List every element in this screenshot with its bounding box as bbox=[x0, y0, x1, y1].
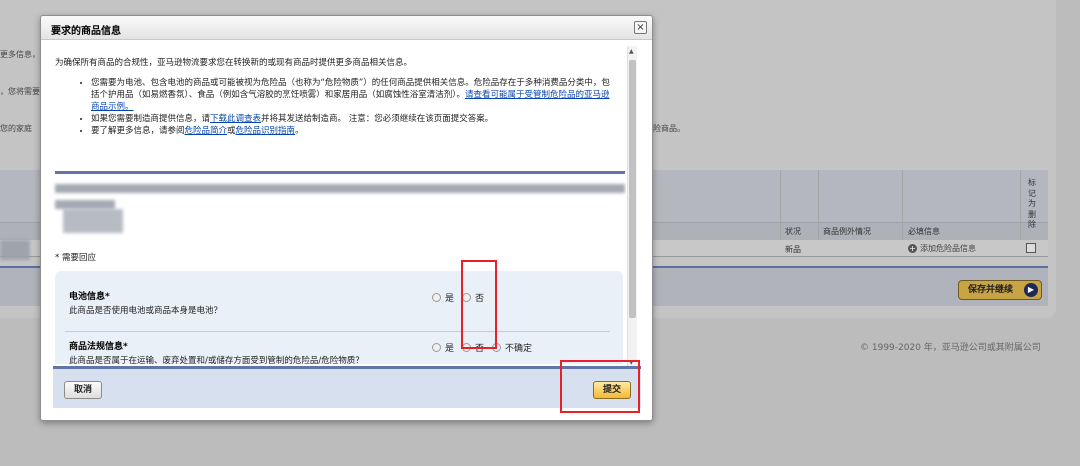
dialog-header: 要求的商品信息 × bbox=[41, 16, 652, 40]
background-text: 险商品。 bbox=[653, 124, 685, 133]
mark-delete-checkbox[interactable] bbox=[1026, 243, 1036, 253]
bullet-manufacturer: 如果您需要制造商提供信息，请下载此调查表并将其发送给制造商。 注意：您必须继续在… bbox=[91, 113, 611, 125]
dialog-footer: 取消 提交 bbox=[53, 366, 641, 408]
blurred-product-title bbox=[55, 184, 625, 193]
intro-text: 为确保所有商品的合规性，亚马逊物流要求您在转换新的或现有商品时提供更多商品相关信… bbox=[55, 58, 413, 68]
plus-circle-icon: + bbox=[908, 244, 917, 253]
highlight-submit bbox=[560, 360, 640, 413]
row-status: 新品 bbox=[785, 245, 801, 254]
question-title: 商品法规信息* bbox=[69, 342, 128, 352]
close-icon[interactable]: × bbox=[634, 21, 647, 34]
info-bullets: 您需要为电池、包含电池的商品或可能被视为危险品（也称为“危险物质”）的任何商品提… bbox=[91, 77, 611, 137]
arrow-right-icon: ▶ bbox=[1024, 283, 1038, 297]
blurred-region bbox=[0, 240, 30, 260]
scroll-up-icon[interactable]: ▲ bbox=[629, 48, 634, 55]
bullet-battery-info: 您需要为电池、包含电池的商品或可能被视为危险品（也称为“危险物质”）的任何商品提… bbox=[91, 77, 611, 113]
questions-box: 电池信息* 此商品是否使用电池或商品本身是电池？ 是否 商品法规信息* 此商品是… bbox=[55, 271, 623, 364]
dialog-scrollbar[interactable]: ▲ ▼ bbox=[627, 46, 637, 366]
regulation-yes-radio[interactable] bbox=[432, 343, 441, 352]
question-separator bbox=[65, 331, 610, 332]
copyright: © 1999-2020 年，亚马逊公司或其附属公司 bbox=[860, 343, 1041, 353]
dangerous-goods-intro-link[interactable]: 危险品简介 bbox=[185, 126, 228, 136]
column-exception: 商品例外情况 bbox=[823, 227, 871, 236]
column-mark-delete: 标记为删除 bbox=[1028, 178, 1036, 229]
question-description: 此商品是否使用电池或商品本身是电池？ bbox=[69, 306, 223, 316]
bullet-learn-more: 要了解更多信息，请参阅危险品简介或危险品识别指南。 bbox=[91, 125, 611, 137]
column-required: 必填信息 bbox=[908, 227, 940, 236]
dialog-body: 为确保所有商品的合规性，亚马逊物流要求您在转换新的或现有商品时提供更多商品相关信… bbox=[51, 46, 626, 364]
blurred-product-sub bbox=[55, 200, 115, 209]
background-text: 您的家庭 bbox=[0, 124, 32, 133]
blurred-product-image bbox=[63, 209, 123, 233]
cancel-button[interactable]: 取消 bbox=[64, 381, 102, 399]
scroll-thumb[interactable] bbox=[629, 60, 636, 318]
question-title: 电池信息* bbox=[69, 292, 110, 302]
column-status: 状况 bbox=[785, 227, 801, 236]
background-text: ，您将需要 bbox=[0, 87, 40, 96]
dangerous-goods-guide-link[interactable]: 危险品识别指南 bbox=[236, 126, 296, 136]
dialog-title: 要求的商品信息 bbox=[51, 26, 121, 37]
background-text: 更多信息， bbox=[0, 50, 40, 59]
required-note: * 需要回应 bbox=[55, 253, 96, 263]
highlight-no-options bbox=[461, 260, 497, 349]
section-divider bbox=[55, 171, 625, 174]
question-regulation: 商品法规信息* 此商品是否属于在运输、废弃处置和/或储存方面受到管制的危险品/危… bbox=[69, 339, 429, 364]
question-battery: 电池信息* 此商品是否使用电池或商品本身是电池？ bbox=[69, 289, 429, 316]
question-description: 此商品是否属于在运输、废弃处置和/或储存方面受到管制的危险品/危险物质？ bbox=[69, 356, 364, 364]
download-survey-link[interactable]: 下载此调查表 bbox=[210, 114, 261, 124]
battery-yes-radio[interactable] bbox=[432, 293, 441, 302]
save-and-continue-button[interactable]: 保存并继续 ▶ bbox=[958, 280, 1042, 300]
add-dangerous-goods-link[interactable]: + 添加危险品信息 bbox=[908, 243, 976, 254]
